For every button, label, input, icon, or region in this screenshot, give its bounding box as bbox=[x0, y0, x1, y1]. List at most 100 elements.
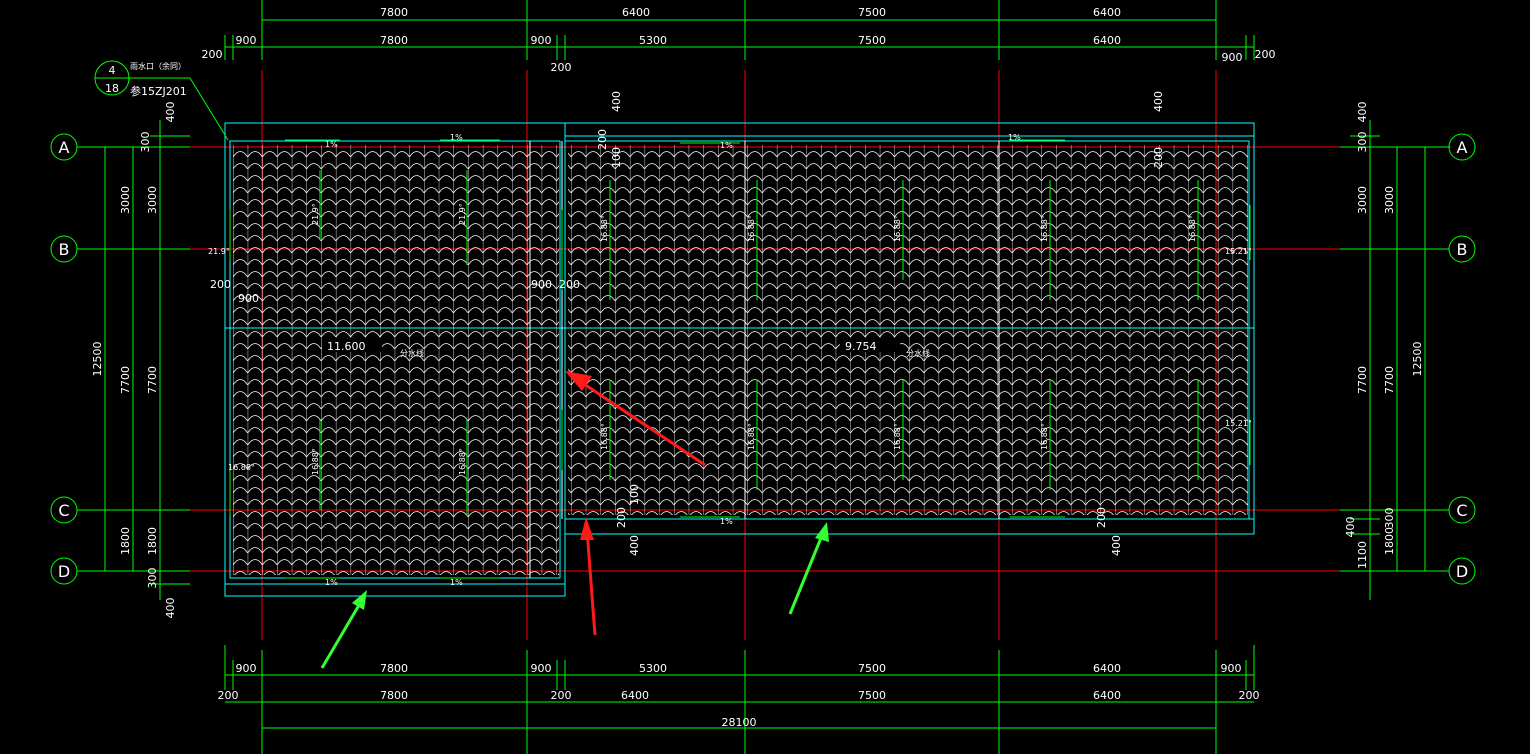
dim-bot-2: 7800 bbox=[380, 662, 408, 675]
int-dim-9: 400 bbox=[1152, 91, 1165, 112]
angle-14: 16.88° bbox=[893, 423, 902, 450]
angle-9: 16.88° bbox=[893, 215, 902, 242]
dim-bot-7: 900 bbox=[1221, 662, 1242, 675]
dim-top-4: 6400 bbox=[1093, 6, 1121, 19]
slope-5: 1% bbox=[325, 578, 338, 587]
dim-right-in-1: 300 bbox=[1356, 132, 1369, 153]
axis-label-d-left: D bbox=[58, 562, 70, 581]
slope-6: 1% bbox=[450, 578, 463, 587]
angle-7: 16.88° bbox=[600, 215, 609, 242]
callout-top: 4 bbox=[109, 64, 116, 77]
axis-label-c-left: C bbox=[58, 501, 69, 520]
dim-top-1: 7800 bbox=[380, 6, 408, 19]
slope-2: 1% bbox=[450, 133, 463, 142]
dim-top2-4: 5300 bbox=[639, 34, 667, 47]
dim-right-mid-2: 7700 bbox=[1383, 366, 1396, 394]
axis-label-b-right: B bbox=[1457, 240, 1468, 259]
angle-8: 16.88° bbox=[747, 215, 756, 242]
dim-top-2: 6400 bbox=[622, 6, 650, 19]
dim-right-in-5: 400 bbox=[1344, 517, 1357, 538]
dim-right-mid-1: 3000 bbox=[1383, 186, 1396, 214]
int-dim-8: 200 bbox=[1152, 147, 1165, 168]
axis-label-a-left: A bbox=[59, 138, 70, 157]
dim-bot2-2: 7800 bbox=[380, 689, 408, 702]
slope-3: 1% bbox=[720, 141, 733, 150]
dim-left-in-5: 300 bbox=[146, 568, 159, 589]
dim-left-mid-3: 1800 bbox=[119, 527, 132, 555]
int-dim-10: 100 bbox=[628, 484, 641, 505]
dim-top-small-1: 200 bbox=[202, 48, 223, 61]
dim-left-in-1: 300 bbox=[139, 132, 152, 153]
dim-right-in-2: 3000 bbox=[1356, 186, 1369, 214]
slope-4: 1% bbox=[1008, 133, 1021, 142]
ridge-label-left: 分水线 bbox=[400, 348, 424, 358]
int-dim-3: 900 bbox=[531, 278, 552, 291]
dim-left-mid-2: 7700 bbox=[119, 366, 132, 394]
angle-13: 16.88° bbox=[747, 423, 756, 450]
dim-top2-5: 7500 bbox=[858, 34, 886, 47]
dim-bot-3: 900 bbox=[531, 662, 552, 675]
dim-right-in-6: 1100 bbox=[1356, 541, 1369, 569]
dim-bot-5: 7500 bbox=[858, 662, 886, 675]
int-dim-5: 400 bbox=[610, 91, 623, 112]
slope-7: 1% bbox=[720, 517, 733, 526]
callout-text-1: 雨水口（余同） bbox=[130, 61, 186, 71]
roof-plan-drawing: A B C D A B C D 7800 6400 7500 6400 900 … bbox=[50, 0, 1476, 754]
dim-bot2-4: 6400 bbox=[621, 689, 649, 702]
dim-left-misc-2: 400 bbox=[164, 598, 177, 619]
int-dim-12: 400 bbox=[628, 535, 641, 556]
callout-bottom: 18 bbox=[105, 82, 119, 95]
dim-bot2-5: 7500 bbox=[858, 689, 886, 702]
dim-left-misc-1: 400 bbox=[164, 102, 177, 123]
dim-left-in-4: 1800 bbox=[146, 527, 159, 555]
axis-label-c-right: C bbox=[1456, 501, 1467, 520]
dim-top2-2: 7800 bbox=[380, 34, 408, 47]
dim-left-mid-1: 3000 bbox=[119, 186, 132, 214]
angle-11: 16.88° bbox=[1188, 215, 1197, 242]
dim-bot-6: 6400 bbox=[1093, 662, 1121, 675]
dim-top2-7: 900 bbox=[1222, 51, 1243, 64]
angle-2: 21.9° bbox=[311, 203, 320, 225]
int-dim-6: 200 bbox=[596, 129, 609, 150]
elevation-left: 11.600 bbox=[327, 340, 366, 353]
angle-10: 16.88° bbox=[1040, 215, 1049, 242]
dim-right-misc-1: 400 bbox=[1356, 102, 1369, 123]
dim-right-in-4: 300 bbox=[1383, 508, 1396, 529]
dim-left-total: 12500 bbox=[91, 342, 104, 377]
dim-top2-3: 900 bbox=[531, 34, 552, 47]
angle-5: 16.88° bbox=[311, 448, 320, 475]
axis-label-b-left: B bbox=[59, 240, 70, 259]
angle-1: 21.9° bbox=[208, 247, 230, 256]
axis-label-a-right: A bbox=[1457, 138, 1468, 157]
int-dim-14: 400 bbox=[1110, 535, 1123, 556]
slope-1: 1% bbox=[325, 140, 338, 149]
ridge-label-right: 分水线 bbox=[906, 348, 930, 358]
dim-top-small-2: 200 bbox=[551, 61, 572, 74]
elevation-right: 9.754 bbox=[845, 340, 877, 353]
dim-right-total: 12500 bbox=[1411, 342, 1424, 377]
angle-12: 16.88° bbox=[600, 423, 609, 450]
dim-right-mid-3: 1800 bbox=[1383, 527, 1396, 555]
angle-6: 16.88° bbox=[458, 448, 467, 475]
dim-top2-6: 6400 bbox=[1093, 34, 1121, 47]
dim-bot2-6: 6400 bbox=[1093, 689, 1121, 702]
int-dim-4: 200 bbox=[559, 278, 580, 291]
int-dim-7: 100 bbox=[610, 147, 623, 168]
angle-16: 15.21° bbox=[1225, 247, 1252, 256]
angle-3: 21.9° bbox=[458, 203, 467, 225]
dim-top-small-3: 200 bbox=[1255, 48, 1276, 61]
int-dim-13: 200 bbox=[1095, 507, 1108, 528]
int-dim-11: 200 bbox=[615, 507, 628, 528]
dim-bot-4: 5300 bbox=[639, 662, 667, 675]
dim-top-3: 7500 bbox=[858, 6, 886, 19]
dim-left-in-2: 3000 bbox=[146, 186, 159, 214]
dim-left-in-3: 7700 bbox=[146, 366, 159, 394]
int-dim-1: 200 bbox=[210, 278, 231, 291]
angle-17: 15.21° bbox=[1225, 419, 1252, 428]
dim-bot2-1: 200 bbox=[218, 689, 239, 702]
callout-text-2: 参15ZJ201 bbox=[130, 84, 187, 98]
dim-total: 28100 bbox=[722, 716, 757, 729]
dim-bot-1: 900 bbox=[236, 662, 257, 675]
int-dim-2: 900 bbox=[238, 292, 259, 305]
axis-label-d-right: D bbox=[1456, 562, 1468, 581]
